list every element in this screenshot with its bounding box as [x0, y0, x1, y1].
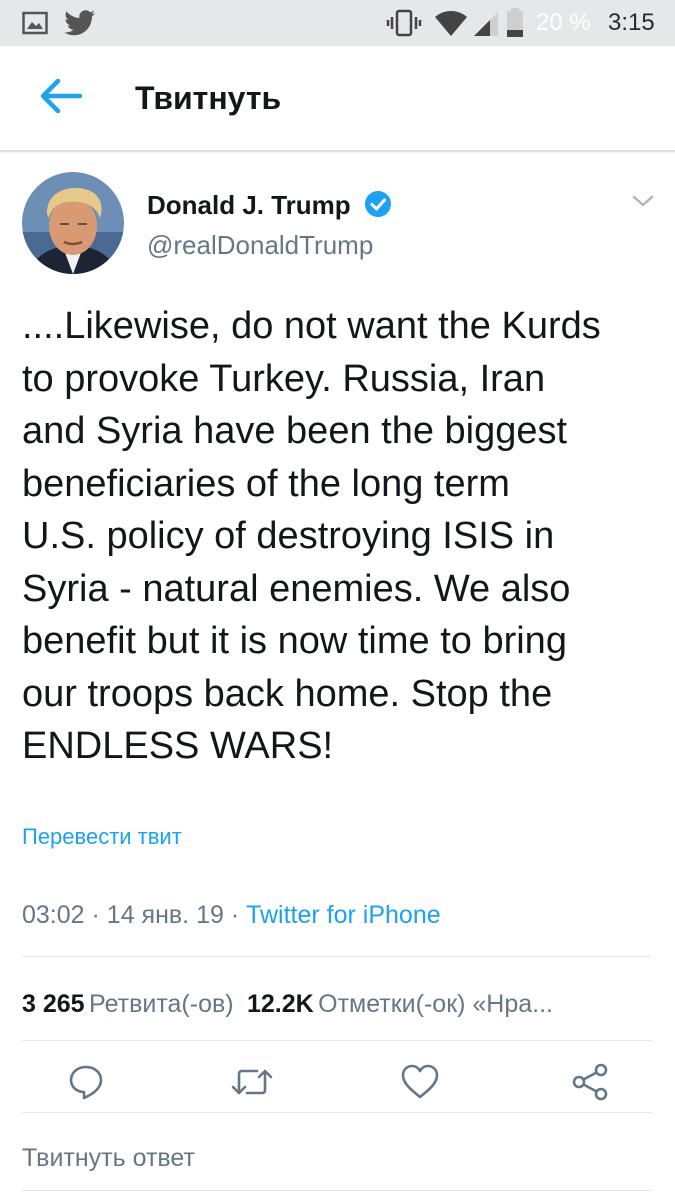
tweet-text: ....Likewise, do not want the Kurds to p… [22, 300, 662, 773]
app-bar-shadow [0, 150, 675, 154]
arrow-left-icon [38, 78, 83, 119]
tweet-date: 14 янв. 19 [106, 901, 224, 929]
retweet-icon [230, 1063, 274, 1106]
like-icon [400, 1063, 440, 1106]
author-handle[interactable]: @realDonaldTrump [147, 228, 373, 262]
retweets-label: Ретвита(-ов) [89, 990, 234, 1018]
tweet-text-line: ENDLESS WARS! [22, 725, 334, 767]
tweet-text-line: benefit but it is now time to bring [22, 620, 567, 662]
likes-label: Отметки(-ок) «Нра... [318, 990, 554, 1018]
tweet-text-line: U.S. policy of destroying ISIS in [22, 515, 555, 557]
likes-stat[interactable]: 12.2K Отметки(-ок) «Нра... [247, 990, 553, 1018]
page-title: Твитнуть [135, 80, 282, 116]
chevron-down-icon[interactable] [628, 188, 658, 214]
tweet-text-line: Syria - natural enemies. We also [22, 567, 571, 610]
signal-icon [472, 10, 500, 43]
tweet-time: 03:02 [22, 901, 85, 929]
verified-badge-icon [364, 190, 392, 218]
tweet-text-line: and Syria have been the biggest [22, 410, 568, 452]
tweet-text-line: ....Likewise, do not want the Kurds [22, 305, 601, 347]
divider [22, 956, 652, 957]
like-button[interactable] [398, 1062, 442, 1106]
divider [22, 1040, 652, 1041]
reply-button[interactable] [64, 1062, 108, 1106]
twitter-bird-icon [64, 10, 96, 41]
divider [22, 1112, 652, 1113]
translate-tweet-link[interactable]: Перевести твит [22, 822, 182, 852]
app-bar: Твитнуть [0, 46, 675, 150]
reply-input[interactable]: Твитнуть ответ [22, 1140, 195, 1176]
tweet-source-link[interactable]: Twitter for iPhone [246, 901, 441, 929]
battery-percent: 20 % [536, 9, 591, 36]
battery-icon [506, 8, 524, 43]
retweets-stat[interactable]: 3 265 Ретвита(-ов) [22, 990, 234, 1018]
divider [22, 1190, 652, 1191]
author-name[interactable]: Donald J. Trump [147, 188, 351, 222]
reply-icon [67, 1063, 105, 1106]
tweet-stats: 3 265 Ретвита(-ов) 12.2K Отметки(-ок) «Н… [22, 985, 652, 1027]
clock: 3:15 [608, 9, 655, 36]
share-button[interactable] [568, 1062, 612, 1106]
tweet-text-line: to provoke Turkey. Russia, Iran [22, 357, 546, 400]
tweet-meta: 03:02 · 14 янв. 19 · Twitter for iPhone [22, 898, 441, 932]
status-bar: 20 % 3:15 [0, 0, 675, 46]
meta-separator: · [91, 901, 100, 929]
back-button[interactable] [30, 76, 90, 120]
avatar[interactable] [22, 172, 124, 274]
meta-separator: · [230, 901, 240, 929]
wifi-icon [434, 10, 468, 43]
retweets-count: 3 265 [22, 990, 85, 1018]
vibrate-icon [386, 9, 422, 42]
share-icon [570, 1063, 610, 1106]
likes-count: 12.2K [246, 990, 314, 1018]
retweet-button[interactable] [230, 1062, 274, 1106]
gallery-icon [22, 11, 48, 40]
tweet-text-line: our troops back home. Stop the [22, 672, 553, 715]
tweet-text-line: beneficiaries of the long term [22, 462, 510, 505]
